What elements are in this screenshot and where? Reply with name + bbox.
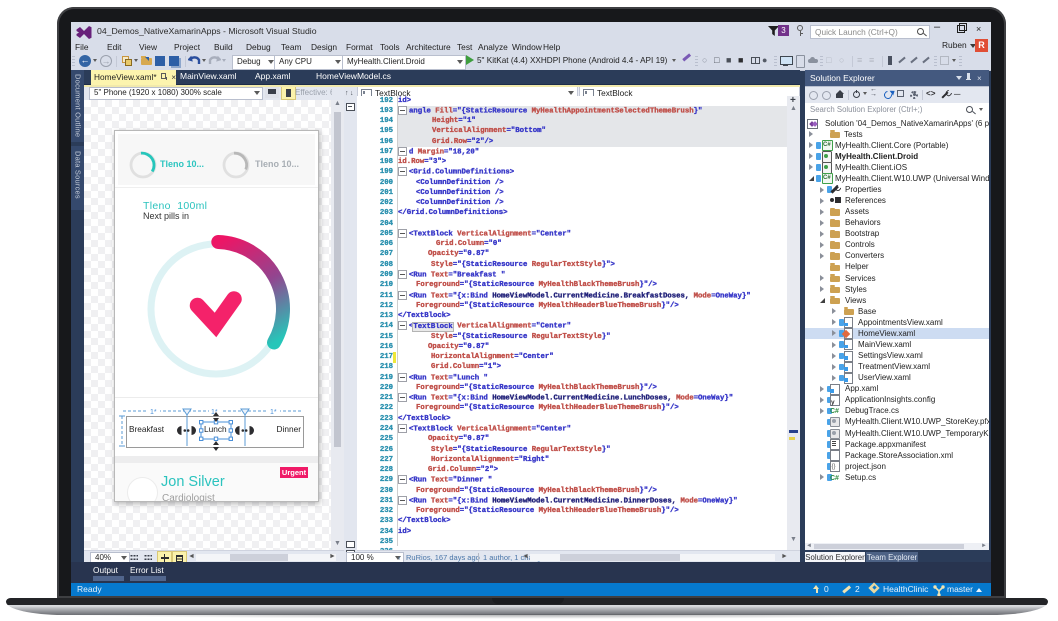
svg-text:1*: 1*	[150, 409, 157, 416]
svg-text:1*: 1*	[270, 409, 277, 416]
